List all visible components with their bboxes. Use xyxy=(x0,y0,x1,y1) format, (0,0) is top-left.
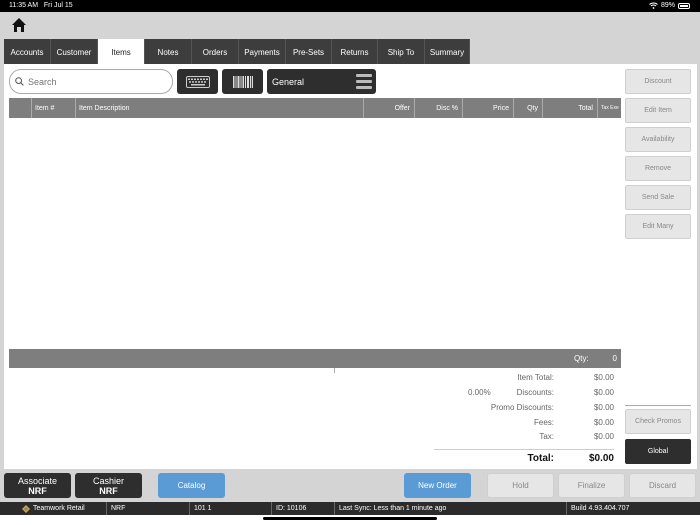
fees-row: Fees: $0.00 xyxy=(440,418,614,432)
column-item-number[interactable]: Item # xyxy=(32,98,76,118)
footer-brand: Teamwork Retail xyxy=(18,502,107,515)
home-indicator[interactable] xyxy=(263,517,437,520)
battery-icon xyxy=(678,2,690,9)
new-order-button[interactable]: New Order xyxy=(404,473,471,498)
hold-button[interactable]: Hold xyxy=(487,473,554,498)
cashier-button[interactable]: Cashier NRF xyxy=(75,473,142,498)
status-bar: 11:35 AM Fri Jul 15 89% xyxy=(0,0,700,12)
cashier-label: Cashier xyxy=(92,475,124,486)
availability-button[interactable]: Availability xyxy=(625,127,691,152)
column-price[interactable]: Price xyxy=(463,98,514,118)
tax-value: $0.00 xyxy=(593,432,614,441)
footer-status-bar: Teamwork Retail NRF 101 1 ID: 10106 Last… xyxy=(0,502,700,515)
footer-id: ID: 10106 xyxy=(272,502,335,515)
tab-customer[interactable]: Customer xyxy=(51,39,98,65)
discounts-label: Discounts: xyxy=(516,388,554,397)
discounts-value: $0.00 xyxy=(593,388,614,397)
total-label: Total: xyxy=(527,453,554,464)
qty-label: Qty: xyxy=(574,354,589,363)
global-button[interactable]: Global xyxy=(625,439,691,464)
category-select-value: General xyxy=(272,76,305,87)
search-box[interactable] xyxy=(9,69,173,94)
promo-discounts-label: Promo Discounts: xyxy=(490,403,554,412)
status-date: Fri Jul 15 xyxy=(43,2,73,9)
item-total-label: Item Total: xyxy=(517,373,554,382)
footer-build: Build 4.93.404.707 xyxy=(571,505,630,512)
associate-label: Associate xyxy=(17,475,58,486)
fees-label: Fees: xyxy=(533,418,554,427)
discount-button[interactable]: Discount xyxy=(625,69,691,94)
top-bar xyxy=(0,12,700,40)
promo-discounts-value: $0.00 xyxy=(593,403,614,412)
discounts-percent: 0.00% xyxy=(468,388,491,397)
tax-row: Tax: $0.00 xyxy=(440,432,614,446)
promo-discounts-row: Promo Discounts: $0.00 xyxy=(440,403,614,417)
keyboard-button[interactable] xyxy=(177,69,218,94)
search-icon xyxy=(15,77,24,86)
tab-summary[interactable]: Summary xyxy=(425,39,470,65)
home-icon[interactable] xyxy=(11,17,27,33)
send-sale-button[interactable]: Send Sale xyxy=(625,185,691,210)
fees-value: $0.00 xyxy=(593,418,614,427)
footer-register: 101 1 xyxy=(190,502,272,515)
total-row: Total: $0.00 xyxy=(434,449,614,465)
discounts-row: 0.00% Discounts: $0.00 xyxy=(440,388,614,402)
cashier-value: NRF xyxy=(99,485,118,496)
discard-button[interactable]: Discard xyxy=(629,473,696,498)
tab-notes[interactable]: Notes xyxy=(145,39,192,65)
total-value: $0.00 xyxy=(588,453,614,464)
catalog-button[interactable]: Catalog xyxy=(158,473,225,498)
column-item-description[interactable]: Item Description xyxy=(76,98,364,118)
barcode-scan-button[interactable] xyxy=(222,69,263,94)
tab-bar: Accounts Customer Items Notes Orders Pay… xyxy=(4,39,470,65)
column-select[interactable] xyxy=(9,98,32,118)
column-qty[interactable]: Qty xyxy=(514,98,543,118)
footer-last-sync: Last Sync: Less than 1 minute ago xyxy=(335,502,567,515)
status-time: 11:35 AM xyxy=(9,2,39,9)
item-total-row: Item Total: $0.00 xyxy=(440,373,614,387)
menu-lines-icon xyxy=(356,74,372,89)
keyboard-icon xyxy=(185,75,210,88)
column-offer[interactable]: Offer xyxy=(364,98,415,118)
finalize-button[interactable]: Finalize xyxy=(558,473,625,498)
check-promos-button[interactable]: Check Promos xyxy=(625,409,691,434)
edit-item-button[interactable]: Edit Item xyxy=(625,98,691,123)
tab-items[interactable]: Items xyxy=(98,39,145,65)
items-grid-header: Item # Item Description Offer Disc % Pri… xyxy=(9,98,621,118)
associate-value: NRF xyxy=(28,485,47,496)
item-total-value: $0.00 xyxy=(593,373,614,382)
tab-ship-to[interactable]: Ship To xyxy=(378,39,425,65)
side-divider xyxy=(625,405,691,406)
tab-payments[interactable]: Payments xyxy=(239,39,286,65)
battery-percent: 89% xyxy=(660,2,675,9)
associate-button[interactable]: Associate NRF xyxy=(4,473,71,498)
qty-value: 0 xyxy=(612,354,617,363)
column-total[interactable]: Total xyxy=(543,98,598,118)
tab-orders[interactable]: Orders xyxy=(192,39,239,65)
teamwork-logo-icon xyxy=(22,504,30,513)
panel-divider xyxy=(334,368,335,373)
wifi-icon xyxy=(649,2,658,9)
search-input[interactable] xyxy=(28,76,158,87)
tab-returns[interactable]: Returns xyxy=(332,39,378,65)
remove-button[interactable]: Remove xyxy=(625,156,691,181)
edit-many-button[interactable]: Edit Many xyxy=(625,214,691,239)
barcode-icon xyxy=(232,75,253,88)
tab-accounts[interactable]: Accounts xyxy=(4,39,51,65)
column-tax-exempt[interactable]: Tax Exe xyxy=(598,98,621,118)
footer-location: NRF xyxy=(107,502,190,515)
tab-presets[interactable]: Pre-Sets xyxy=(286,39,332,65)
qty-summary-bar: Qty: 0 xyxy=(9,349,621,368)
category-select[interactable]: General xyxy=(267,69,376,94)
tax-label: Tax: xyxy=(539,432,554,441)
column-disc-percent[interactable]: Disc % xyxy=(415,98,463,118)
